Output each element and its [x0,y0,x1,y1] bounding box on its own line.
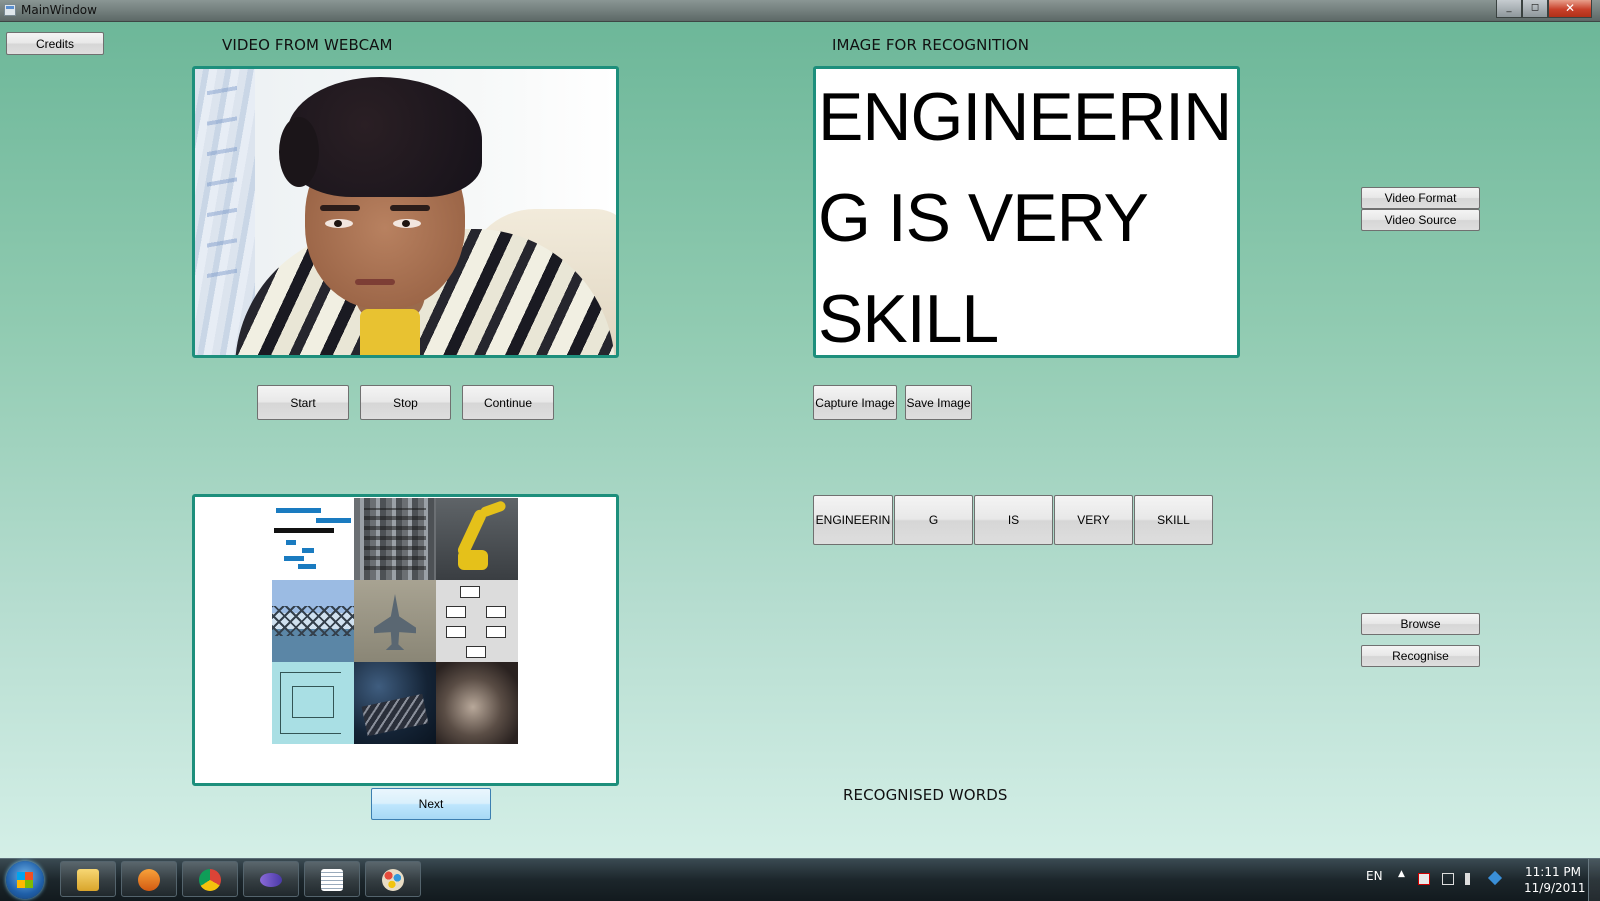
gallery-thumbnail-block-diagram[interactable] [436,580,518,662]
webcam-right-brow [390,205,430,211]
stop-button[interactable]: Stop [360,385,451,420]
word-button[interactable]: SKILL [1134,495,1213,545]
show-hidden-icons[interactable]: ▲ [1398,869,1405,879]
volume-icon[interactable] [1465,873,1477,885]
media-player-icon [138,869,160,891]
clock-time: 11:11 PM [1525,865,1581,879]
taskbar-visual-studio[interactable] [243,861,299,897]
recognition-label: IMAGE FOR RECOGNITION [832,36,1030,54]
word-button[interactable]: G [894,495,973,545]
folder-icon [77,869,99,891]
image-gallery-panel [192,494,619,786]
gallery-thumbnail-bridge[interactable] [272,580,354,662]
next-button[interactable]: Next [371,788,491,820]
word-button[interactable]: IS [974,495,1053,545]
app-icon [4,4,16,16]
dropbox-icon[interactable] [1487,870,1503,886]
clock[interactable]: 11:11 PM 11/9/2011 [1524,865,1586,895]
language-indicator[interactable]: EN [1366,869,1383,883]
continue-button[interactable]: Continue [462,385,554,420]
video-source-button[interactable]: Video Source [1361,209,1480,231]
taskbar-notepad[interactable] [304,861,360,897]
gallery-thumbnail-circuit-board[interactable] [354,498,436,580]
taskbar-explorer[interactable] [60,861,116,897]
start-button[interactable]: Start [257,385,349,420]
recognition-line: ENGINEERIN [818,79,1232,155]
word-button[interactable]: VERY [1054,495,1133,545]
webcam-label: VIDEO FROM WEBCAM [222,36,393,54]
main-window-client: Credits VIDEO FROM WEBCAM IMAGE FOR RECO… [0,22,1600,858]
gallery-thumbnail-robot-arm[interactable] [436,498,518,580]
action-center-icon[interactable] [1418,873,1430,885]
chrome-icon [199,869,221,891]
webcam-video-panel [192,66,619,358]
visual-studio-icon [260,873,282,887]
show-desktop-button[interactable] [1588,859,1600,901]
save-image-button[interactable]: Save Image [905,385,972,420]
gallery-thumbnail-space-station[interactable] [354,662,436,744]
recognised-words-label: RECOGNISED WORDS [843,786,1008,804]
minimize-button[interactable]: _ [1496,0,1522,18]
gallery-thumbnail-engine[interactable] [436,662,518,744]
start-button[interactable] [6,861,44,899]
gallery-thumbnail-gantt-chart[interactable] [272,498,354,580]
recognition-image-panel: ENGINEERIN G IS VERY SKILL [813,66,1240,358]
browse-button[interactable]: Browse [1361,613,1480,635]
recognise-button[interactable]: Recognise [1361,645,1480,667]
gallery-thumbnail-schematic[interactable] [272,662,354,744]
window-title: MainWindow [21,3,97,17]
webcam-right-eye [393,219,421,228]
recognition-line: SKILL [818,281,999,357]
credits-button[interactable]: Credits [6,32,104,55]
webcam-mouth [355,279,395,285]
notepad-icon [321,869,343,891]
taskbar-media-player[interactable] [121,861,177,897]
paint-icon [382,869,404,891]
capture-image-button[interactable]: Capture Image [813,385,897,420]
webcam-hair [279,77,482,197]
network-icon[interactable] [1442,873,1454,885]
restore-button[interactable]: ◻ [1522,0,1548,18]
webcam-left-eye [325,219,353,228]
taskbar-chrome[interactable] [182,861,238,897]
clock-date: 11/9/2011 [1524,881,1586,895]
close-button[interactable]: ✕ [1548,0,1592,18]
word-button[interactable]: ENGINEERIN [813,495,893,545]
taskbar-paint[interactable] [365,861,421,897]
recognition-text: ENGINEERIN G IS VERY SKILL [818,69,1237,357]
image-thumbnail-grid [272,498,518,744]
webcam-shirt [360,309,420,355]
gallery-thumbnail-fighter-jet[interactable] [354,580,436,662]
recognition-line: G IS VERY [818,180,1149,256]
webcam-left-brow [320,205,360,211]
window-titlebar: MainWindow _ ◻ ✕ [0,0,1600,22]
windows-taskbar: EN ▲ 11:11 PM 11/9/2011 [0,858,1600,901]
video-format-button[interactable]: Video Format [1361,187,1480,209]
